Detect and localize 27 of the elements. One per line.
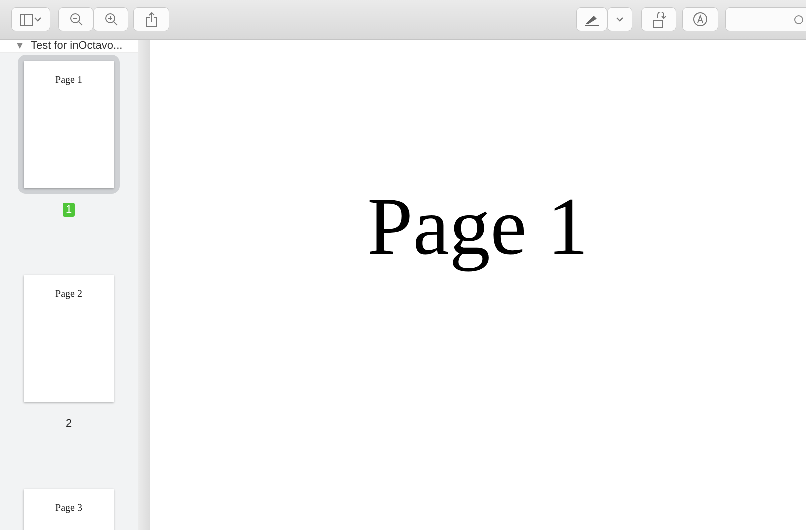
search-field[interactable] (726, 8, 806, 31)
rotate-icon (652, 12, 666, 28)
thumbnail-text: Page 3 (56, 503, 82, 516)
document-row[interactable]: Test for inOctavo... (0, 40, 138, 53)
page-thumbnail[interactable]: Page 1 (24, 61, 114, 188)
rotate-button[interactable] (642, 8, 676, 31)
zoom-in-button[interactable] (94, 8, 128, 31)
page-thumbnail[interactable]: Page 2 (24, 275, 114, 402)
page-number: 2 (64, 417, 74, 431)
page-thumbnail[interactable]: Page 3 (24, 489, 114, 530)
page-number: 1 (62, 203, 76, 217)
share-icon (146, 12, 158, 27)
zoom-out-icon (70, 13, 82, 26)
share-button[interactable] (134, 8, 169, 31)
sidebar-button[interactable] (12, 8, 50, 31)
highlighter-icon (584, 14, 600, 26)
pen-circle-icon (693, 12, 708, 27)
caret-icon (616, 16, 624, 22)
disclosure-icon[interactable] (17, 43, 23, 49)
annotate-button[interactable] (683, 8, 718, 31)
thumbnail-text: Page 1 (56, 75, 82, 88)
markup-button[interactable] (577, 8, 607, 31)
sidebar-icon (20, 14, 42, 26)
thumbnail-text: Page 2 (56, 289, 82, 302)
zoom-out-button[interactable] (59, 8, 93, 31)
zoom-in-icon (104, 13, 118, 26)
document-title: Test for inOctavo... (31, 40, 123, 52)
